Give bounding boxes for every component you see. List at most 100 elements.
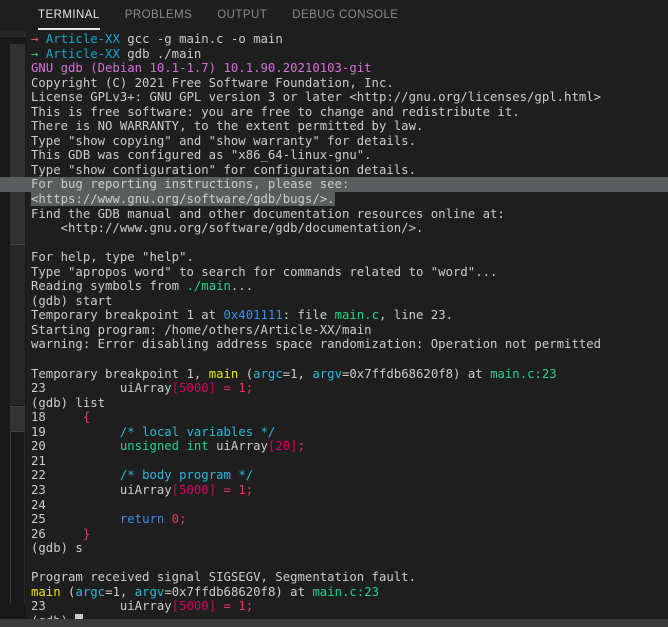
arg-argc: argc <box>253 366 283 381</box>
source-indent <box>46 527 83 541</box>
argc-value: =1, <box>282 366 313 381</box>
gdb-prompt-step: (gdb) s <box>31 541 83 556</box>
source-lineno: 23 <box>31 599 46 614</box>
source-indent <box>46 468 120 482</box>
source-line-21: 21 <box>31 454 668 469</box>
gdb-apropos-line: Type "apropos word" to search for comman… <box>31 264 498 279</box>
tab-problems[interactable]: PROBLEMS <box>125 0 193 31</box>
source-line-23-fault: 23 uiArray[5000] = 1; <box>31 599 668 614</box>
source-brace-close: } <box>82 526 91 541</box>
tab-terminal[interactable]: TERMINAL <box>38 0 100 31</box>
gdb-freesoftware-line: This is free software: you are free to c… <box>31 104 520 119</box>
command-text: gdb ./main <box>119 46 202 61</box>
gdb-reading-symbols-line: Reading symbols from ./main... <box>31 279 668 294</box>
source-line-20: 20 unsigned int uiArray[20]; <box>31 439 668 454</box>
frame-lineno: :23 <box>534 366 557 381</box>
hit-prefix: Temporary breakpoint 1, <box>31 366 209 381</box>
source-code-ident: uiArray <box>45 381 172 396</box>
source-lineno: 23 <box>31 381 46 396</box>
reading-prefix: Reading symbols from <box>31 279 187 294</box>
source-lineno: 23 <box>31 482 46 497</box>
gdb-prompt-list: (gdb) list <box>31 395 106 410</box>
gdb-bugurl-selected-text: <https://www.gnu.org/software/gdb/bugs/>… <box>31 192 335 207</box>
terminal-output[interactable]: → Article-XX gcc -g main.c -o main → Art… <box>0 31 668 627</box>
bp-file-prefix: : file <box>282 308 335 323</box>
frame-function: main <box>31 584 61 599</box>
source-lineno: 20 <box>31 439 46 454</box>
terminal-line-prompt-2: → Article-XX gdb ./main <box>31 47 668 62</box>
gdb-help-line: For help, type "help". <box>31 250 194 265</box>
source-code-value: 1; <box>238 482 254 497</box>
gdb-bugurl-line: <https://www.gnu.org/software/gdb/bugs/>… <box>31 192 668 207</box>
source-code-index: [5000] <box>171 482 217 497</box>
argc-value: =1, <box>105 584 135 599</box>
source-line-23: 23 uiArray[5000] = 1; <box>31 483 668 498</box>
frame-filename: main.c <box>490 366 535 381</box>
source-comment: /* body program */ <box>119 468 254 483</box>
frame-function: main <box>208 366 239 381</box>
gdb-manual-line: Find the GDB manual and other documentat… <box>31 206 505 221</box>
host-label: Article-XX <box>45 46 120 61</box>
source-code-index: [5000] <box>171 599 217 614</box>
spacer2 <box>38 47 45 61</box>
reading-suffix: ... <box>230 279 254 294</box>
source-code-index: [5000] <box>171 381 217 396</box>
bp-prefix: Temporary breakpoint 1 at <box>31 308 224 323</box>
source-code-assign: = <box>216 381 239 396</box>
gdb-license-line: License GPLv3+: GNU GPL version 3 or lat… <box>31 90 602 105</box>
source-line-26: 26 } <box>31 527 668 542</box>
spacer1 <box>38 32 45 46</box>
gdb-warranty-line: There is NO WARRANTY, to the extent perm… <box>31 119 424 134</box>
binary-path: ./main <box>186 279 231 294</box>
source-indent <box>46 425 120 439</box>
bp-filename: main.c <box>334 308 379 323</box>
gdb-starting-program-line: Starting program: /home/others/Article-X… <box>31 322 372 337</box>
source-identifier: uiArray <box>208 439 268 454</box>
gdb-breakpoint-hit-line: Temporary breakpoint 1, main (argc=1, ar… <box>31 367 668 382</box>
source-lineno: 22 <box>31 468 46 483</box>
source-lineno: 19 <box>31 424 46 439</box>
tab-debug-console[interactable]: DEBUG CONSOLE <box>292 0 398 31</box>
source-lineno: 24 <box>31 497 46 512</box>
source-code-ident: uiArray <box>45 482 172 497</box>
frame-lineno: :23 <box>356 584 380 599</box>
source-brace-open: { <box>82 410 91 425</box>
arg-argv: argv <box>312 366 342 381</box>
tab-output[interactable]: OUTPUT <box>217 0 267 31</box>
argv-value: =0x7ffdb68620f8) at <box>164 584 313 599</box>
source-indent <box>46 512 120 526</box>
arg-argv: argv <box>134 584 165 599</box>
panel-tabbar: TERMINAL PROBLEMS OUTPUT DEBUG CONSOLE <box>0 0 668 31</box>
bp-lineno: , line 23. <box>378 308 454 323</box>
gdb-docurl-line: <http://www.gnu.org/software/gdb/documen… <box>31 221 424 236</box>
gdb-copyright-line: Copyright (C) 2021 Free Software Foundat… <box>31 75 394 90</box>
source-keyword-type: unsigned int <box>119 439 209 454</box>
source-return-value: 0; <box>164 512 187 527</box>
argv-value: =0x7ffdb68620f8) at <box>342 366 491 381</box>
paren-open: ( <box>60 584 76 599</box>
source-indent <box>46 439 120 453</box>
source-code-ident: uiArray <box>45 599 172 614</box>
source-array-size: [20] <box>267 439 298 454</box>
source-code-value: 1; <box>238 381 254 396</box>
host-label: Article-XX <box>45 32 120 46</box>
source-line-19: 19 /* local variables */ <box>31 425 668 440</box>
paren-open: ( <box>238 366 254 381</box>
gdb-configured-line: This GDB was configured as "x86_64-linux… <box>31 148 372 163</box>
source-semicolon: ; <box>297 439 305 454</box>
terminal-panel: TERMINAL PROBLEMS OUTPUT DEBUG CONSOLE →… <box>0 0 668 627</box>
source-comment: /* local variables */ <box>119 424 276 439</box>
gdb-prompt-start: (gdb) start <box>31 293 113 308</box>
source-keyword-return: return <box>119 512 165 527</box>
gdb-sigsegv-line: Program received signal SIGSEGV, Segment… <box>31 570 416 585</box>
source-line-23-current: 23 uiArray[5000] = 1; <box>31 381 668 396</box>
source-line-18: 18 { <box>31 410 668 425</box>
bp-address: 0x401111 <box>223 308 283 323</box>
gdb-showconfig-line: Type "show configuration" for configurat… <box>31 162 416 177</box>
source-line-24: 24 <box>31 498 668 513</box>
source-lineno: 21 <box>31 453 46 468</box>
frame-filename: main.c <box>312 584 357 599</box>
gdb-bugreport-line-selected: For bug reporting instructions, please s… <box>0 177 668 193</box>
gdb-frame-line: main (argc=1, argv=0x7ffdb68620f8) at ma… <box>31 585 668 600</box>
